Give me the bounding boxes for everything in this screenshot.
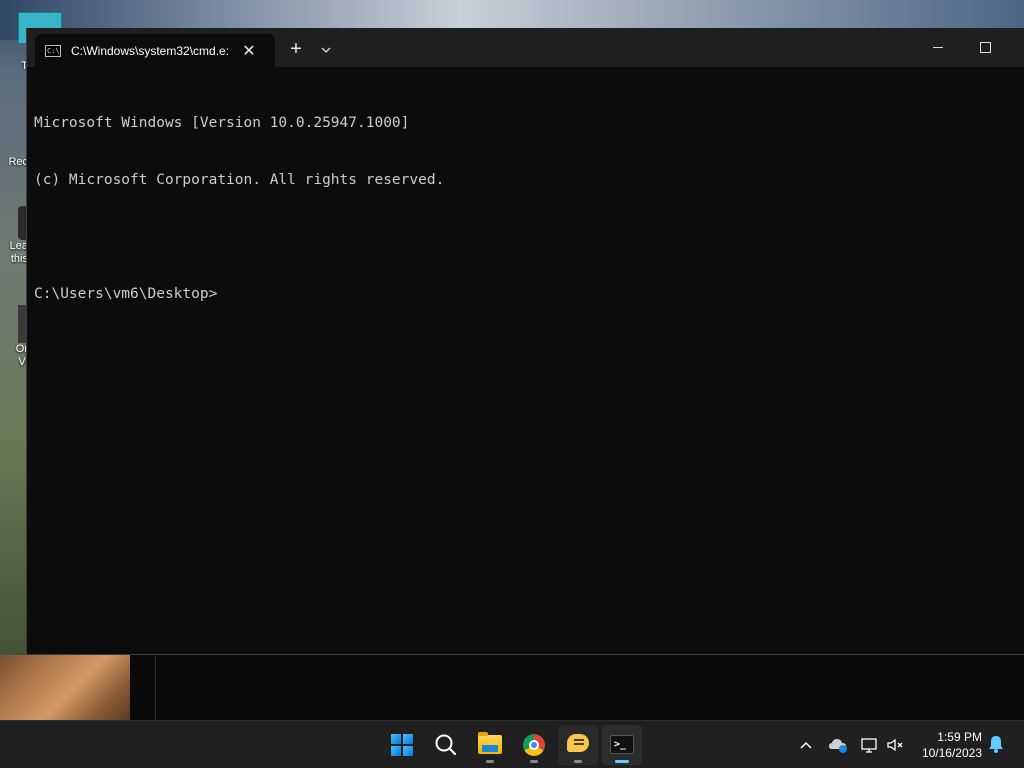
console-prompt[interactable]: C:\Users\vm6\Desktop> — [34, 285, 1014, 304]
cmd-icon — [45, 44, 61, 57]
search-button[interactable] — [426, 725, 466, 765]
terminal-button[interactable]: >_ — [602, 725, 642, 765]
running-indicator — [530, 760, 538, 763]
desktop-icon-learn[interactable]: Lea this — [0, 206, 28, 266]
console-line: Microsoft Windows [Version 10.0.25947.10… — [34, 115, 410, 131]
volume-button[interactable] — [884, 734, 906, 756]
notifications-button[interactable] — [986, 733, 1006, 755]
tray-overflow-button[interactable] — [795, 734, 817, 756]
clock-date: 10/16/2023 — [921, 746, 982, 760]
wallpaper-cliff — [0, 655, 130, 720]
folder-icon — [478, 732, 502, 754]
clock[interactable]: 1:59 PM 10/16/2023 — [912, 729, 982, 761]
chrome-button[interactable] — [514, 725, 554, 765]
running-indicator — [486, 760, 494, 763]
maximize-button[interactable] — [961, 28, 1007, 67]
file-explorer-button[interactable] — [470, 725, 510, 765]
console-output[interactable]: Microsoft Windows [Version 10.0.25947.10… — [34, 76, 1014, 646]
tab-dropdown-button[interactable] — [313, 37, 339, 63]
chevron-down-icon — [321, 47, 331, 53]
windows-logo-icon — [391, 734, 413, 756]
clock-time: 1:59 PM — [937, 730, 982, 744]
taskbar: >_ 1:59 PM 10/16/2023 — [0, 720, 1024, 768]
volume-muted-icon — [887, 738, 903, 752]
tab-cmd[interactable]: C:\Windows\system32\cmd.e: ✕ — [35, 34, 275, 67]
minimize-button[interactable] — [915, 28, 961, 67]
background-window-strip — [130, 655, 1024, 720]
new-tab-button[interactable]: + — [283, 37, 309, 63]
onedrive-button[interactable] — [827, 734, 849, 756]
desktop-icon-oracle[interactable]: Or Vi — [0, 305, 28, 369]
title-bar[interactable]: C:\Windows\system32\cmd.e: ✕ + — [27, 28, 1024, 67]
close-tab-button[interactable]: ✕ — [237, 41, 261, 61]
desktop-icon-label-t[interactable]: T — [0, 60, 28, 73]
network-icon — [861, 738, 877, 753]
terminal-window[interactable]: C:\Windows\system32\cmd.e: ✕ + Microsoft… — [26, 28, 1024, 655]
active-indicator — [615, 760, 629, 763]
running-indicator — [574, 760, 582, 763]
start-button[interactable] — [382, 725, 422, 765]
bell-icon — [989, 736, 1003, 753]
search-icon — [435, 734, 457, 756]
terminal-icon: >_ — [610, 735, 634, 754]
chrome-icon — [523, 734, 545, 756]
network-button[interactable] — [859, 734, 881, 756]
console-line: (c) Microsoft Corporation. All rights re… — [34, 172, 445, 188]
chevron-up-icon — [800, 741, 812, 749]
desktop-icon-recycle[interactable]: Rec — [0, 156, 28, 169]
chat-icon — [567, 734, 589, 752]
tab-title: C:\Windows\system32\cmd.e: — [71, 43, 230, 58]
chat-app-button[interactable] — [558, 725, 598, 765]
cloud-icon — [829, 739, 847, 753]
